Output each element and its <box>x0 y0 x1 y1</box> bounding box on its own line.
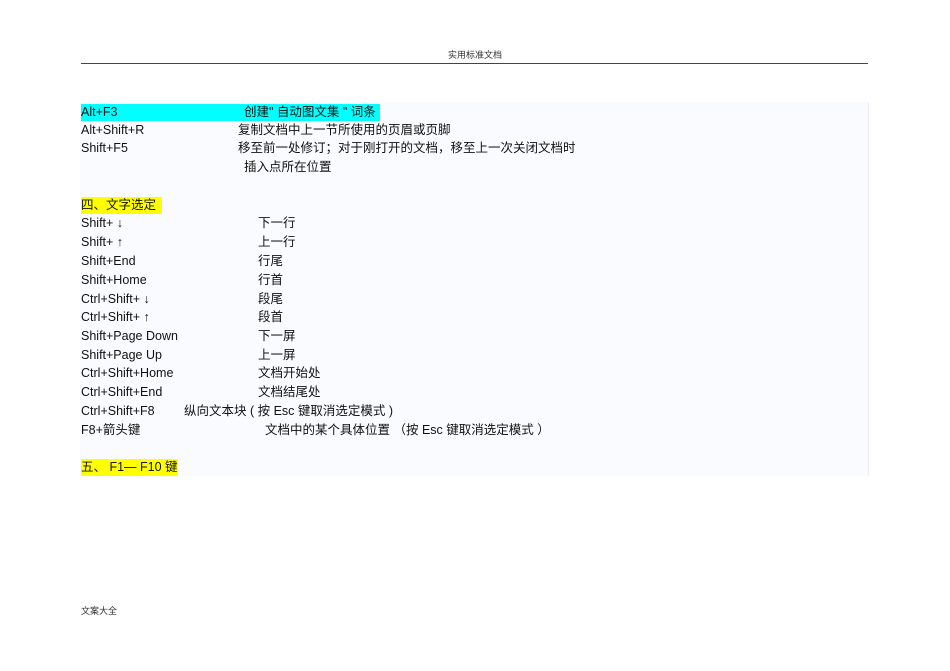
key-text: Alt+F3 <box>81 105 118 119</box>
shortcut-desc: 下一屏 <box>258 329 296 343</box>
shortcut-desc: 段首 <box>258 310 284 324</box>
row-desc: 创建" 自动图文集 " 词条 <box>244 105 376 119</box>
row-key: Shift+F5 <box>81 141 128 155</box>
section-heading: 五、 F1— F10 键 <box>81 459 178 476</box>
shortcut-desc: 上一行 <box>258 235 296 249</box>
shortcut-key: Ctrl+Shift+ ↓ <box>81 292 150 306</box>
shortcut-desc: 文档结尾处 <box>258 385 321 399</box>
shortcut-desc: 上一屏 <box>258 348 296 362</box>
shortcut-desc: 文档开始处 <box>258 366 321 380</box>
page-header: 实用标准文档 <box>447 50 502 60</box>
row-desc: 复制文档中上一节所使用的页眉或页脚 <box>238 123 451 137</box>
shortcut-desc: 行尾 <box>258 254 284 268</box>
shortcut-key: Shift+Page Down <box>81 329 178 343</box>
shortcut-key: F8+箭头键 <box>81 423 141 437</box>
shortcut-key: Shift+End <box>81 254 136 268</box>
shortcut-desc: 下一行 <box>258 216 296 230</box>
shortcut-key: Shift+ ↑ <box>81 235 124 249</box>
shortcut-key: Ctrl+Shift+ ↑ <box>81 310 150 324</box>
shortcut-key: Ctrl+Shift+Home <box>81 366 174 380</box>
shortcut-key: Shift+Home <box>81 273 147 287</box>
section-heading: 四、文字选定 <box>81 197 163 214</box>
shortcut-key: Ctrl+Shift+End <box>81 385 163 399</box>
shortcut-desc: 段尾 <box>258 292 284 306</box>
shortcut-desc: 行首 <box>258 273 284 287</box>
header-rule <box>81 63 868 64</box>
row-key: Alt+Shift+R <box>81 123 145 137</box>
row-key: Alt+F3 创建" 自动图文集 " 词条 <box>81 104 380 121</box>
row-desc: 移至前一处修订；对于刚打开的文档，移至上一次关闭文档时 <box>238 141 576 155</box>
page-footer: 文案大全 <box>81 606 118 616</box>
shortcut-desc: 纵向文本块 ( 按 Esc 键取消选定模式 ) <box>184 404 394 418</box>
shortcut-key: Ctrl+Shift+F8 <box>81 404 155 418</box>
shortcut-key: Shift+ ↓ <box>81 216 124 230</box>
shortcut-key: Shift+Page Up <box>81 348 162 362</box>
row-desc-cont: 插入点所在位置 <box>244 160 332 174</box>
shortcut-desc: 文档中的某个具体位置 （按 Esc 键取消选定模式 ） <box>265 423 550 437</box>
